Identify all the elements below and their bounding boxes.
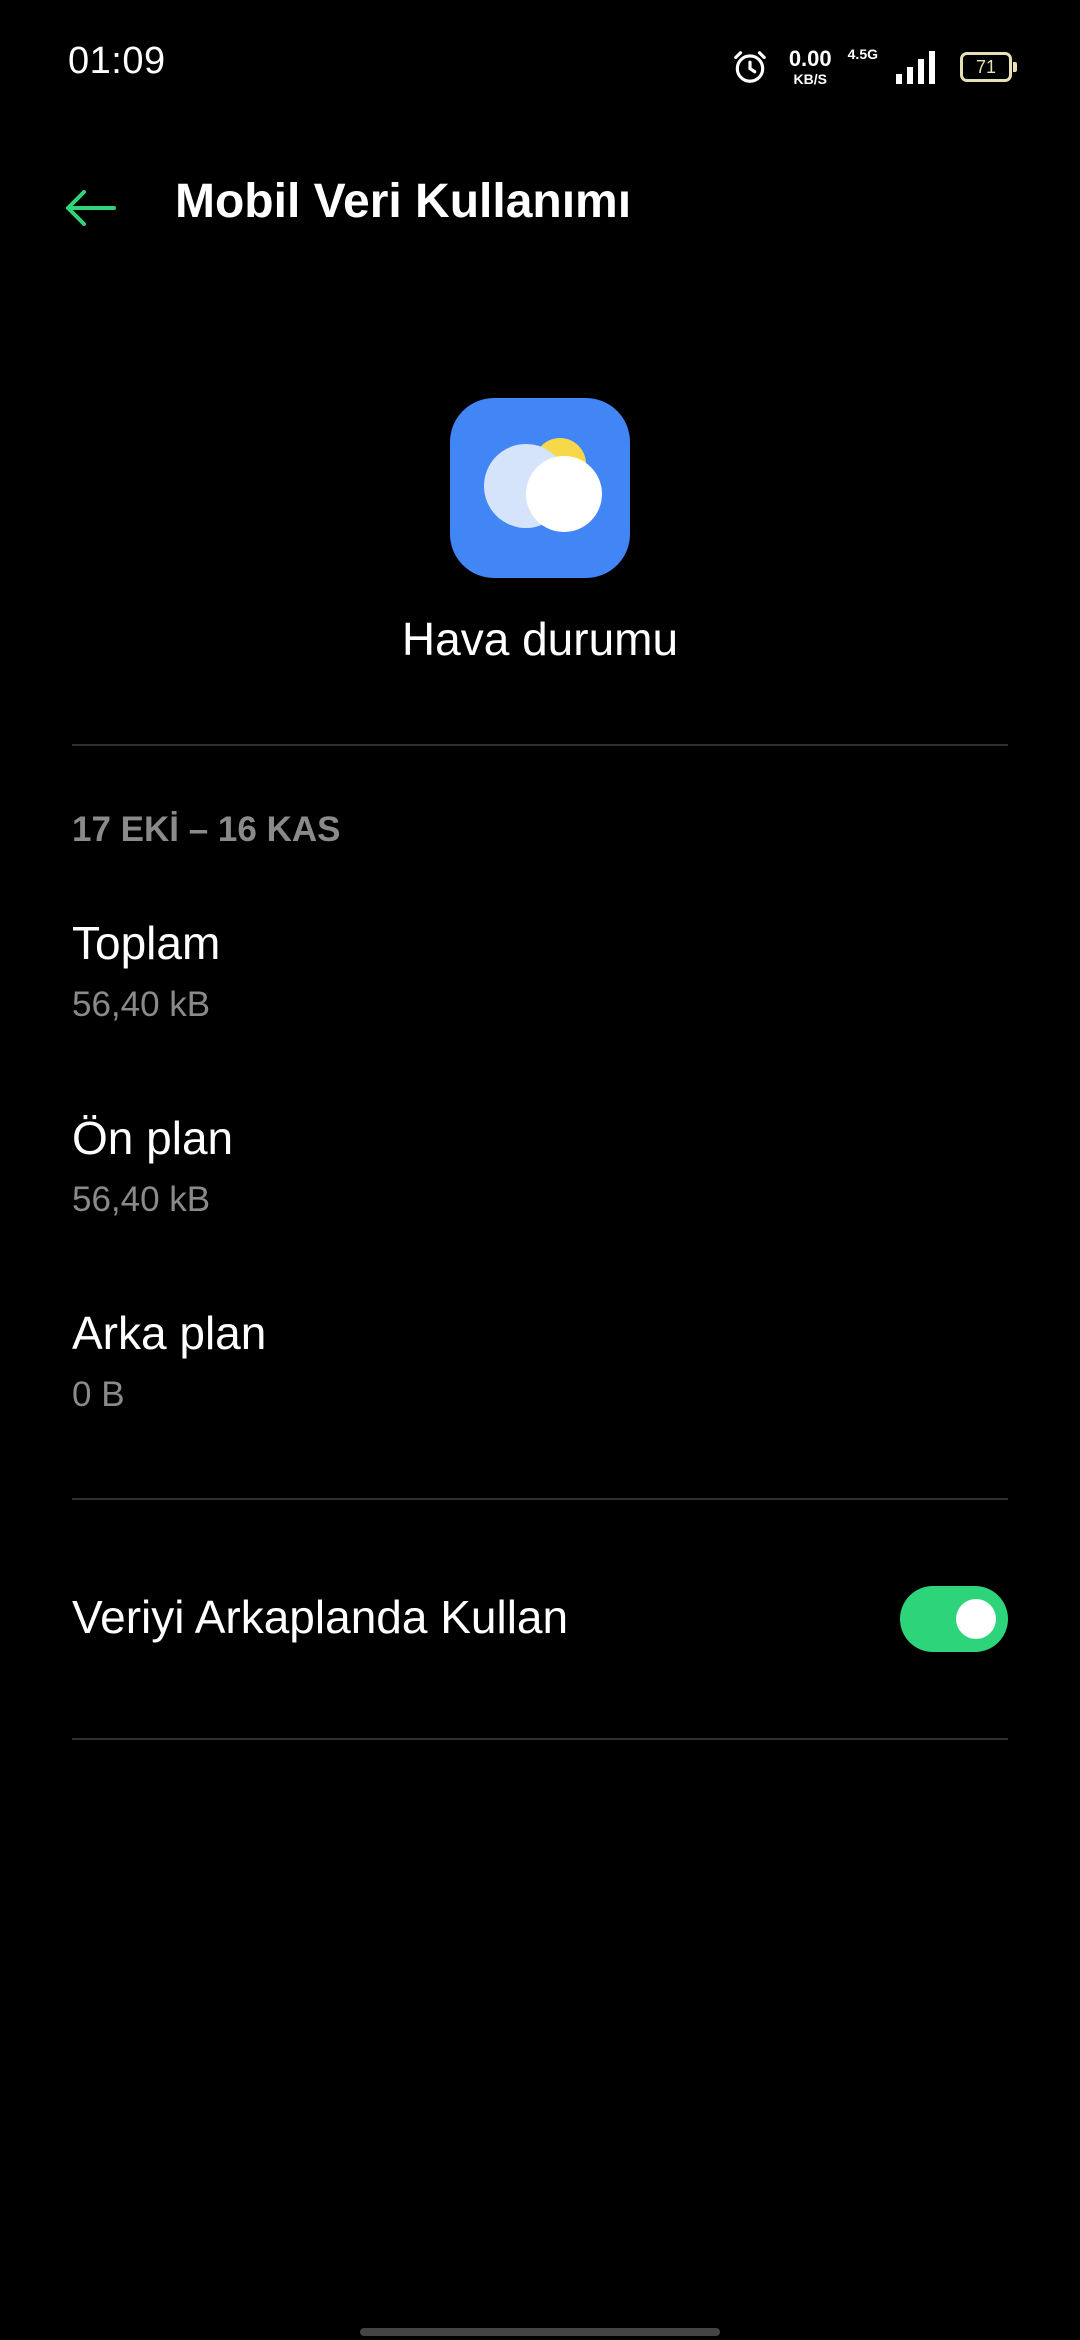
battery-icon: 71 <box>960 52 1017 82</box>
page-title: Mobil Veri Kullanımı <box>175 175 632 228</box>
arrow-left-icon <box>66 190 116 226</box>
app-header: Mobil Veri Kullanımı <box>0 150 1080 260</box>
network-type: 4.5G <box>847 46 878 62</box>
usage-item-label: Arka plan <box>72 1307 267 1359</box>
network-speed-unit: KB/S <box>793 71 827 87</box>
status-clock: 01:09 <box>68 40 166 82</box>
usage-item-background: Arka plan 0 B <box>72 1306 1008 1415</box>
network-speed: 0.00 KB/S <box>788 46 832 87</box>
weather-app-icon <box>450 398 630 578</box>
network-speed-value: 0.00 <box>788 46 832 71</box>
background-data-row[interactable]: Veriyi Arkaplanda Kullan <box>72 1570 1008 1670</box>
usage-item-label: Toplam <box>72 917 221 969</box>
battery-level: 71 <box>975 56 997 77</box>
usage-item-value: 56,40 kB <box>72 1180 211 1220</box>
background-data-toggle[interactable] <box>900 1586 1008 1652</box>
status-bar: 01:09 0.00 KB/S 4.5G 71 <box>0 0 1080 130</box>
usage-item-value: 0 B <box>72 1375 125 1415</box>
usage-item-foreground: Ön plan 56,40 kB <box>72 1111 1008 1220</box>
divider <box>72 1738 1008 1740</box>
divider <box>72 744 1008 746</box>
divider <box>72 1498 1008 1500</box>
status-icons: 0.00 KB/S 4.5G 71 <box>731 44 1017 90</box>
back-button[interactable] <box>60 178 120 238</box>
usage-item-label: Ön plan <box>72 1112 234 1164</box>
usage-item-value: 56,40 kB <box>72 985 211 1025</box>
weather-icon-graphic <box>484 438 602 532</box>
usage-item-total: Toplam 56,40 kB <box>72 916 1008 1025</box>
usage-period: 17 EKİ – 16 KAS <box>72 810 341 849</box>
toggle-knob <box>956 1599 996 1639</box>
home-indicator[interactable] <box>360 2328 720 2336</box>
signal-icon <box>896 51 935 84</box>
alarm-icon <box>733 51 766 83</box>
app-name: Hava durumu <box>401 613 679 665</box>
background-data-label: Veriyi Arkaplanda Kullan <box>72 1591 569 1643</box>
